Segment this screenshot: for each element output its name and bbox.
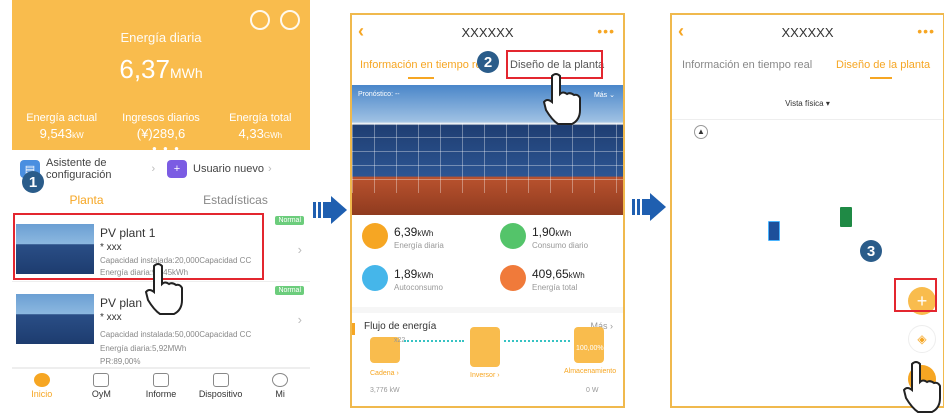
plant-capacity: Capacidad instalada:50,000Capacidad CC [100, 330, 252, 339]
back-icon[interactable]: ‹ [358, 21, 364, 42]
pointer-hand-icon [144, 263, 183, 315]
nav-report[interactable]: Informe [131, 369, 191, 408]
daily-energy-value: 6,37MWh [119, 54, 203, 84]
step-3-marker: 3 [860, 240, 882, 262]
flow-line [504, 340, 570, 342]
flow-line [404, 340, 464, 342]
hero-stats: Energía actual 9,543kW Ingresos diarios … [12, 110, 310, 144]
tab-plant-design[interactable]: Diseño de la planta [836, 59, 930, 71]
compass-icon: ▲ [694, 125, 708, 139]
tab-underline [408, 77, 434, 79]
meter-device-icon[interactable] [840, 207, 852, 227]
plant-design-screen: ‹ XXXXXX ••• Información en tiempo real … [670, 13, 944, 408]
plant-thumbnail [16, 294, 94, 344]
chevron-right-icon: › [267, 163, 272, 175]
highlight-plant-card [13, 213, 264, 280]
tab-realtime[interactable]: Información en tiempo real [682, 59, 812, 71]
stat-total-energy: Energía total 4,33GWh [229, 112, 292, 141]
more-icon[interactable]: ••• [917, 23, 935, 39]
consumption-icon [500, 223, 526, 249]
chevron-right-icon: › [297, 312, 302, 327]
kpi-total-energy: 409,65kWh Energía total [500, 263, 623, 299]
chevron-right-icon: › [151, 163, 156, 175]
thermometer-icon [362, 223, 388, 249]
next-arrow-icon [313, 196, 347, 224]
tab-statistics[interactable]: Estadísticas [161, 193, 310, 213]
plant-name: PV plan [100, 296, 143, 310]
inverter-device-icon[interactable] [768, 221, 780, 241]
nav-om[interactable]: OyM [72, 369, 132, 408]
storage-label[interactable]: Almacenamiento [564, 368, 616, 375]
plant-daily-energy: Energía diaria:5,92MWh [100, 344, 187, 353]
header: ‹ XXXXXX ••• [352, 15, 623, 49]
tab-plant[interactable]: Planta [12, 193, 161, 213]
more-icon[interactable]: ••• [597, 23, 615, 39]
tutorial-stage: Energía diaria 6,37MWh Energía actual 9,… [0, 0, 944, 417]
next-arrow-icon [632, 193, 666, 221]
detail-tabs: Información en tiempo real Diseño de la … [672, 55, 943, 79]
home-screen: Energía diaria 6,37MWh Energía actual 9,… [12, 0, 310, 408]
energy-flow-header: Flujo de energía Más › [352, 307, 623, 335]
energy-flow-title: Flujo de energía [364, 321, 437, 332]
page-title: XXXXXX [461, 24, 514, 40]
back-icon[interactable]: ‹ [678, 21, 684, 42]
page-title: XXXXXX [781, 24, 834, 40]
plant-pr: PR:89,00% [100, 357, 141, 366]
pointer-hand-icon [542, 73, 581, 125]
step-1-marker: 1 [22, 171, 44, 193]
device-icon [212, 373, 229, 387]
user-icon [272, 373, 289, 387]
hero-title: Energía diaria [120, 30, 202, 45]
status-badge: Normal [275, 286, 304, 295]
battery-soc: 100,00% [576, 345, 604, 352]
stat-daily-income: Ingresos diarios (¥)289,6 [122, 112, 200, 141]
solar-panels [352, 123, 623, 193]
string-label[interactable]: Cadena › [370, 370, 399, 377]
tab-underline [870, 77, 892, 79]
step-2-marker: 2 [477, 51, 499, 73]
carousel-dots: ● ● ● [152, 144, 181, 153]
add-user-icon: + [167, 160, 187, 178]
nav-home[interactable]: Inicio [12, 369, 72, 408]
new-user-button[interactable]: + Usuario nuevo › [167, 155, 272, 183]
plant-location: * xxx [100, 312, 122, 323]
storage-power: 0 W [586, 387, 599, 394]
inverter-node-icon [470, 327, 500, 367]
tab-realtime[interactable]: Información en tiempo re [360, 59, 482, 71]
stat-current-power: Energía actual 9,543kW [26, 112, 98, 141]
chart-icon [152, 373, 169, 387]
inverter-label[interactable]: Inversor › [470, 372, 500, 379]
energy-hero: Energía diaria 6,37MWh Energía actual 9,… [12, 0, 310, 153]
string-power: 3,776 kW [370, 387, 400, 394]
home-icon [33, 373, 50, 387]
bottom-nav: Inicio OyM Informe Dispositivo Mi [12, 368, 310, 408]
search-icon[interactable] [250, 10, 270, 30]
kpi-daily-energy: 6,39kWh Energía diaria [362, 221, 492, 257]
plant-tabs: Planta Estadísticas [12, 193, 310, 215]
nav-me[interactable]: Mi [250, 369, 310, 408]
total-energy-icon [500, 265, 526, 291]
chevron-right-icon: › [297, 242, 302, 257]
forecast-label: Pronóstico: -- [358, 91, 400, 98]
profile-icon[interactable] [280, 10, 300, 30]
layers-icon[interactable]: ◈ [908, 325, 936, 353]
kpi-daily-consumption: 1,90kWh Consumo diario [500, 221, 623, 257]
status-badge: Normal [275, 216, 304, 225]
kpi-self-consumption: 1,89kWh Autoconsumo [362, 263, 492, 299]
forecast-more[interactable]: Más ⌄ [594, 91, 615, 99]
bulb-icon [362, 265, 388, 291]
header: ‹ XXXXXX ••• [672, 15, 943, 49]
highlight-add-button [894, 278, 937, 312]
tools-icon [93, 373, 110, 387]
pointer-hand-icon [902, 361, 941, 413]
view-selector[interactable]: Vista física ▾ [672, 99, 943, 108]
nav-device[interactable]: Dispositivo [191, 369, 251, 408]
